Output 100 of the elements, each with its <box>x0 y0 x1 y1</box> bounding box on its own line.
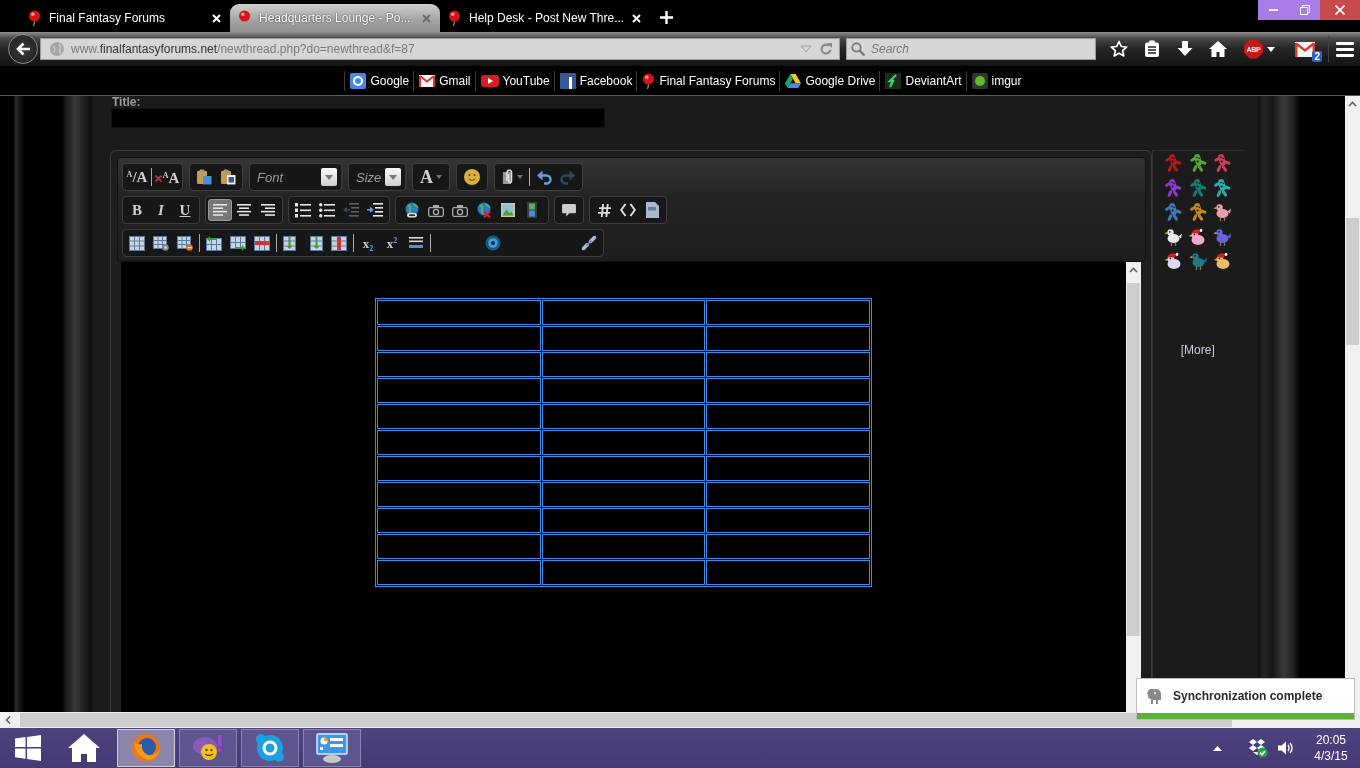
font-select[interactable]: Font <box>249 163 342 191</box>
cactus-figure-icon[interactable] <box>1188 153 1207 174</box>
code-brackets-icon <box>620 203 636 217</box>
bookmark[interactable]: Gmail <box>413 70 475 91</box>
text-color-button[interactable]: A <box>415 166 447 188</box>
download-icon <box>1176 41 1193 57</box>
remove-format-button[interactable]: $^{A}$A <box>154 166 180 188</box>
taskbar-app-button[interactable] <box>303 729 361 767</box>
table-minus-icon <box>177 235 193 251</box>
bold-button[interactable]: B <box>125 199 149 221</box>
size-select[interactable]: Size <box>348 163 406 191</box>
align-left-button[interactable] <box>208 199 232 221</box>
subscript-button[interactable]: x$_{2}$ <box>356 232 380 254</box>
bookmark[interactable]: Final Fantasy Forums <box>636 70 780 91</box>
bookmark[interactable]: Facebook <box>553 70 637 91</box>
mail-button[interactable]: 2 <box>1288 36 1322 62</box>
more-smilies-link[interactable]: [More] <box>1180 342 1215 357</box>
scrollbar-track[interactable] <box>1345 96 1360 712</box>
menu-icon <box>1335 41 1354 57</box>
ball-icon <box>642 72 656 89</box>
table-row-delete-icon <box>331 235 347 251</box>
bird-with-hat-icon[interactable] <box>1163 251 1183 272</box>
cactus-figure-icon[interactable] <box>1213 153 1232 174</box>
notification-toast[interactable]: Synchronization complete <box>1136 678 1355 720</box>
table-column-arrow-icon <box>230 235 246 251</box>
smiley-icon <box>192 734 224 762</box>
clipboard-icon <box>220 169 236 185</box>
bookmark[interactable]: imgur <box>965 70 1026 91</box>
clipboard-icon <box>1143 40 1160 58</box>
chain-link-icon <box>581 235 597 251</box>
elephant-icon <box>1147 688 1161 704</box>
bookmark[interactable]: DeviantArt <box>879 70 966 91</box>
dot-icon <box>971 72 988 89</box>
document-icon <box>645 202 659 218</box>
taskbar-app-button[interactable] <box>179 729 237 767</box>
browser-tab[interactable]: Help Desk - Post New Thre... <box>440 4 650 32</box>
editor-text-area[interactable] <box>121 262 1141 712</box>
bookmark[interactable]: YouTube <box>474 70 554 91</box>
superscript-button[interactable]: x$^{2}$ <box>380 232 404 254</box>
bookmark[interactable]: Google <box>344 70 414 91</box>
plus-icon[interactable] <box>660 11 673 24</box>
minimize-button[interactable] <box>1258 0 1289 20</box>
minimize-icon <box>1269 9 1278 11</box>
cactus-figure-icon[interactable] <box>1213 177 1232 198</box>
speaker-disc-icon <box>485 235 501 251</box>
clock-button[interactable]: 20:05 4/3/15 <box>1302 732 1360 764</box>
star-icon <box>1109 40 1128 58</box>
scrollbar-thumb[interactable] <box>1346 218 1359 345</box>
bird-with-hat-icon[interactable] <box>1212 251 1232 272</box>
indent-icon <box>367 203 383 217</box>
caret-icon[interactable] <box>1267 46 1275 52</box>
restore-icon <box>1299 5 1310 15</box>
underline-button[interactable]: U <box>173 199 197 221</box>
ball-icon <box>448 10 461 26</box>
table-gear-icon <box>153 235 169 251</box>
browser-tab[interactable]: Final Fantasy Forums <box>20 4 230 32</box>
taskbar-app-button[interactable] <box>117 729 175 767</box>
align-center-icon <box>237 204 251 216</box>
bird-icon[interactable] <box>1164 227 1183 246</box>
bubble-icon <box>255 733 285 763</box>
globe-link-icon <box>404 202 420 218</box>
ring-tile-icon <box>350 72 367 89</box>
globe-icon <box>50 42 64 56</box>
speech-bubble-icon <box>562 203 576 217</box>
monitor-icon <box>316 733 348 763</box>
speaker-icon[interactable] <box>1278 741 1294 755</box>
envelope-icon <box>1295 41 1315 57</box>
globe-unlink-icon <box>476 202 492 218</box>
restore-button[interactable] <box>1289 0 1320 20</box>
close-window-button[interactable] <box>1320 0 1360 20</box>
taskbar-app-button[interactable] <box>241 729 299 767</box>
italic-button[interactable]: I <box>149 199 173 221</box>
scrollbar-thumb[interactable] <box>20 713 1232 727</box>
play-icon <box>480 74 499 87</box>
url-text: www.finalfantasyforums.net/newthread.php?do=newthread&f=87 <box>71 42 416 56</box>
paperclip-icon <box>501 169 514 185</box>
ball-icon <box>238 10 251 26</box>
cactus-figure-icon[interactable] <box>1188 202 1207 223</box>
text-size-button[interactable]: $^{A}$/A <box>125 166 149 188</box>
caret-icon[interactable] <box>1213 745 1222 751</box>
clipboard-icon <box>196 169 212 185</box>
table-column-arrow-icon <box>206 235 222 251</box>
undo-icon <box>536 169 552 185</box>
bookmark[interactable]: Google Drive <box>779 70 880 91</box>
triangle-icon <box>785 73 802 88</box>
bird-icon[interactable] <box>1213 203 1232 222</box>
cactus-figure-icon[interactable] <box>1188 177 1207 198</box>
cactus-figure-icon[interactable] <box>1164 177 1183 198</box>
back-button[interactable] <box>8 34 38 64</box>
scrollbar-track[interactable] <box>1126 262 1141 712</box>
boxes-check-icon[interactable] <box>1248 738 1268 758</box>
picture-icon <box>500 202 516 218</box>
unread-count-badge: 2 <box>1312 51 1322 62</box>
title-field[interactable] <box>111 108 605 128</box>
scrollbar-track[interactable] <box>0 712 1360 728</box>
search-field[interactable]: Search <box>846 38 1096 60</box>
home-icon <box>1208 41 1227 57</box>
cactus-figure-icon[interactable] <box>1164 202 1183 223</box>
camera-icon <box>452 203 468 217</box>
scrollbar-thumb[interactable] <box>1127 283 1140 636</box>
